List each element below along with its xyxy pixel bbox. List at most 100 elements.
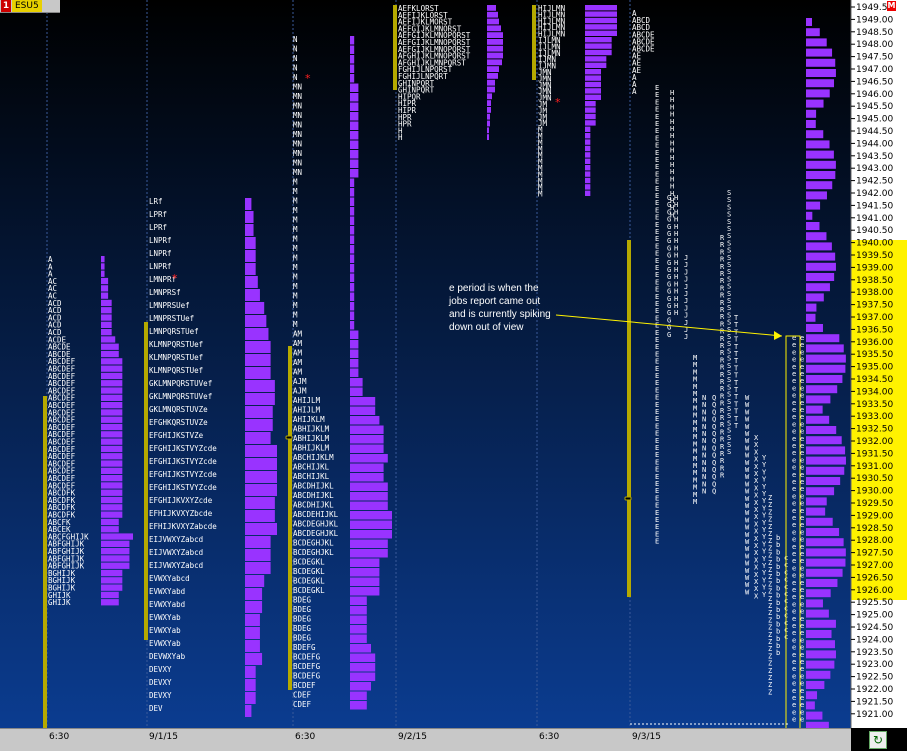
tpo-row: MN — [293, 92, 302, 101]
profile-bar — [806, 58, 836, 67]
tpo-row: GKLMNPQRSTUVef — [149, 379, 212, 388]
profile-bar — [350, 663, 376, 672]
tpo-row: EVWXYab — [149, 626, 181, 635]
profile-bar — [585, 30, 617, 36]
profile-bar — [245, 354, 271, 366]
tpo-row: EIJVWXYZabcd — [149, 535, 203, 544]
profile-bar — [245, 601, 263, 613]
profile-bar — [245, 471, 277, 483]
profile-bar — [806, 160, 836, 169]
profile-bar — [350, 463, 384, 472]
symbol-label[interactable]: ESU5 — [12, 0, 42, 12]
profile-bar — [101, 518, 119, 526]
profile-bar — [806, 405, 823, 414]
refresh-icon[interactable]: ↻ — [869, 731, 887, 749]
profile-bar — [350, 501, 388, 510]
price-label: 1930.50 — [856, 474, 893, 484]
profile-bar — [245, 237, 256, 249]
profile-bar — [245, 263, 256, 275]
profile-bar — [350, 454, 388, 463]
tpo-row: ABHIJKLM — [293, 425, 330, 434]
profile-bar — [245, 432, 271, 444]
profile-bar — [806, 609, 829, 618]
menu-m-button[interactable]: M — [887, 1, 896, 11]
profile-bar — [101, 504, 123, 511]
profile-bar — [350, 235, 355, 244]
tpo-row: BCDEGKL — [293, 577, 325, 586]
tpo-row: M — [293, 235, 298, 244]
profile-bar — [806, 619, 836, 628]
tpo-row: H — [398, 133, 403, 142]
profile-bar — [350, 539, 388, 548]
profile-bar — [245, 666, 256, 678]
price-label: 1947.50 — [856, 53, 893, 63]
profile-bar — [245, 458, 277, 470]
profile-bar — [487, 127, 489, 134]
profile-bar — [245, 562, 271, 574]
profile-bar — [101, 329, 112, 336]
profile-bar — [806, 293, 824, 302]
tpo-row: DEV — [149, 704, 163, 713]
profile-bar — [806, 109, 817, 118]
profile-bar — [585, 145, 591, 152]
profile-bar — [245, 393, 275, 405]
tpo-row: N — [293, 35, 298, 44]
profile-bar — [350, 349, 359, 358]
tpo-row: M — [293, 263, 298, 272]
price-label: 1936.50 — [856, 325, 893, 335]
profile-bar — [806, 660, 835, 669]
tpo-row: KLMNPQRSTUef — [149, 340, 203, 349]
time-label: 6:30 — [49, 732, 70, 742]
profile-bar — [585, 11, 617, 17]
profile-bar — [245, 614, 260, 626]
tpo-row: N — [293, 64, 298, 73]
tpo-row: M — [293, 292, 298, 301]
profile-bar — [350, 254, 355, 263]
price-label: 1937.00 — [856, 313, 893, 323]
price-label: 1925.50 — [856, 598, 893, 608]
profile-bar — [350, 587, 380, 596]
profile-bar — [101, 511, 123, 518]
profile-bar — [585, 101, 596, 107]
tpo-row: BCDEGKL — [293, 586, 325, 595]
price-label: 1941.00 — [856, 214, 893, 224]
profile-bar — [101, 569, 123, 577]
tpo-row: MN — [293, 102, 302, 111]
profile-bar — [806, 273, 835, 281]
window-number[interactable]: 1 — [1, 0, 11, 12]
profile-bar — [350, 625, 367, 634]
tpo-row: M — [538, 190, 543, 199]
profile-bar — [585, 75, 601, 81]
tpo-row: MN — [293, 149, 302, 158]
profile-bar — [806, 466, 845, 475]
tpo-letter: N — [702, 488, 706, 496]
tpo-row: EVWXYab — [149, 639, 181, 648]
profile-bar — [245, 419, 273, 431]
profile-bar — [350, 245, 355, 254]
profile-bar — [245, 224, 254, 236]
tpo-row: BCDEGKL — [293, 558, 325, 567]
tpo-letter: b — [776, 649, 780, 657]
profile-bar — [101, 453, 123, 460]
tpo-row: GHIJK — [48, 598, 71, 607]
profile-bar — [101, 416, 123, 423]
profile-bar — [350, 292, 355, 301]
price-label: 1925.00 — [856, 611, 893, 621]
profile-bar — [350, 131, 359, 140]
price-label: 1924.00 — [856, 635, 893, 645]
profile-bar — [245, 497, 275, 509]
profile-bar — [101, 358, 123, 365]
profile-bar — [585, 184, 591, 190]
profile-bar — [487, 52, 503, 59]
tpo-row: DEVXY — [149, 691, 172, 700]
profile-bar — [245, 445, 277, 457]
annotation-line-4: down out of view — [449, 322, 524, 333]
profile-bar — [101, 277, 109, 285]
profile-bar — [101, 321, 112, 328]
tpo-row: AM — [293, 339, 303, 348]
profile-bar — [350, 511, 392, 520]
price-axis: 1949.5 1949.00 1948.50 1948.00 1947.50 1947.0… — [850, 0, 907, 728]
tpo-chart-canvas[interactable]: AAAACACACACDACDACDACDACDACDEABCDEABCDEAB… — [0, 0, 907, 750]
tpo-letter: S — [727, 448, 731, 456]
tpo-row: BCDEF — [293, 681, 316, 690]
